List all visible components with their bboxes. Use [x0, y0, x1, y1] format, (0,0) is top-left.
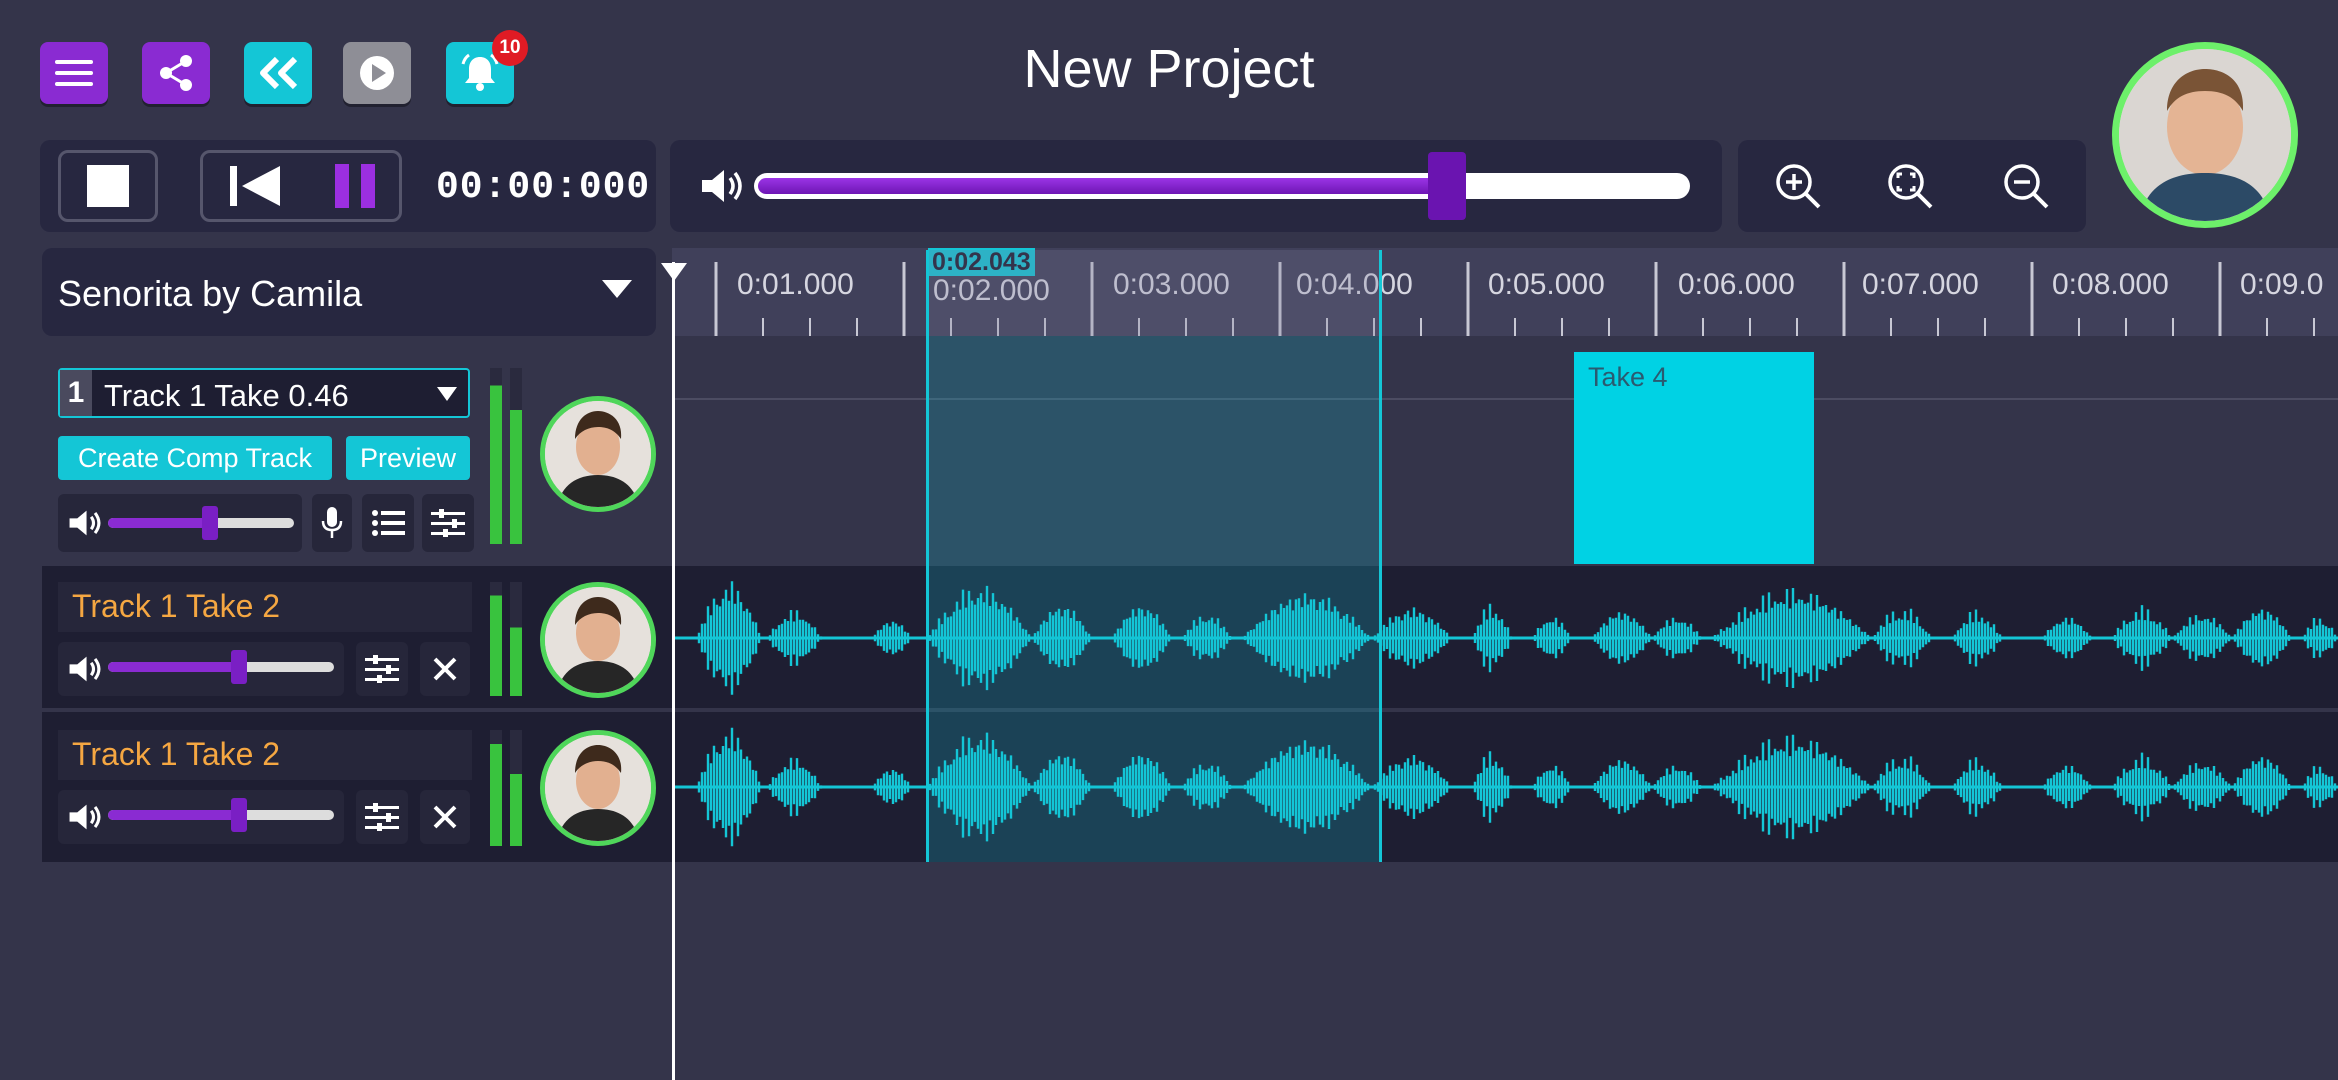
track-number: 1	[60, 370, 92, 416]
selection-region[interactable]	[926, 336, 1382, 862]
ruler-label: 0:05.000	[1488, 268, 1605, 301]
track-3-settings-button[interactable]	[356, 790, 408, 844]
track-3-name: Track 1 Take 2	[72, 736, 281, 772]
track-volume-knob[interactable]	[202, 506, 219, 540]
track-3-delete-button[interactable]	[420, 790, 470, 844]
avatar-photo	[545, 401, 651, 507]
track-1-volume-slider[interactable]	[108, 506, 294, 540]
skip-back-icon	[230, 166, 280, 206]
take-4-clip[interactable]: Take 4	[1574, 352, 1814, 564]
master-volume-knob[interactable]	[1427, 152, 1466, 220]
close-icon	[433, 657, 457, 681]
zoom-fit-button[interactable]	[1882, 158, 1938, 214]
ruler-label: 0:09.0	[2240, 268, 2324, 301]
level-meter-left	[490, 368, 502, 544]
track-3-waveform[interactable]	[672, 712, 2338, 862]
takes-list-button[interactable]	[362, 494, 414, 552]
create-comp-track-button[interactable]: Create Comp Track	[58, 436, 332, 480]
user-avatar[interactable]	[2112, 42, 2298, 228]
record-button[interactable]	[312, 494, 352, 552]
take-name: Track 1 Take 0.46	[104, 378, 349, 413]
project-title: New Project	[1023, 39, 1315, 99]
level-meter-right	[510, 582, 522, 696]
ruler-label: 0:07.000	[1862, 268, 1979, 301]
take-selector[interactable]: 1 Track 1 Take 0.46	[58, 368, 470, 418]
track-1-avatar[interactable]	[540, 396, 656, 512]
sliders-icon	[431, 509, 465, 537]
track-volume-knob[interactable]	[231, 798, 248, 832]
chevron-down-icon	[602, 280, 632, 298]
playhead-marker-icon	[661, 263, 687, 281]
zoom-in-icon	[1776, 164, 1821, 209]
master-volume-slider[interactable]	[754, 152, 1690, 220]
list-icon	[372, 510, 405, 536]
clip-label: Take 4	[1588, 362, 1668, 392]
level-meter-right	[510, 730, 522, 846]
track-1-settings-button[interactable]	[422, 494, 474, 552]
selection-ruler-band	[926, 250, 1382, 336]
close-icon	[433, 805, 457, 829]
volume-button[interactable]	[696, 164, 748, 208]
track-1-lane	[672, 336, 2338, 566]
zoom-out-button[interactable]	[1998, 158, 2054, 214]
time-display: 00:00:000	[436, 166, 651, 209]
track-volume-knob[interactable]	[231, 650, 248, 684]
speaker-icon	[702, 170, 742, 202]
ruler-label: 0:08.000	[2052, 268, 2169, 301]
avatar-photo	[2119, 49, 2291, 221]
zoom-out-icon	[2004, 164, 2049, 209]
track-2-name: Track 1 Take 2	[72, 588, 281, 624]
speaker-icon	[69, 510, 101, 536]
pause-button[interactable]	[322, 158, 388, 214]
avatar-photo	[545, 587, 651, 693]
track-3-avatar[interactable]	[540, 730, 656, 846]
preview-button[interactable]: Preview	[346, 436, 470, 480]
sliders-icon	[365, 655, 399, 683]
track-2-avatar[interactable]	[540, 582, 656, 698]
speaker-icon	[69, 804, 101, 830]
track-2-waveform[interactable]	[672, 566, 2338, 710]
pause-icon	[335, 164, 375, 208]
level-meter-left	[490, 582, 502, 696]
level-meter-left	[490, 730, 502, 846]
zoom-in-button[interactable]	[1770, 158, 1826, 214]
stop-icon	[87, 165, 129, 207]
song-name: Senorita by Camila	[58, 273, 363, 314]
ruler-label: 0:01.000	[737, 268, 854, 301]
skip-back-button[interactable]	[222, 158, 288, 214]
speaker-icon	[69, 656, 101, 682]
track-2-delete-button[interactable]	[420, 642, 470, 696]
track-2-volume-slider[interactable]	[108, 650, 334, 684]
track-2-settings-button[interactable]	[356, 642, 408, 696]
ruler-label: 0:06.000	[1678, 268, 1795, 301]
sliders-icon	[365, 803, 399, 831]
playhead[interactable]	[672, 262, 675, 1080]
song-selector[interactable]: Senorita by Camila	[42, 248, 656, 336]
avatar-photo	[545, 735, 651, 841]
stop-button[interactable]	[58, 150, 158, 222]
track-3-volume-slider[interactable]	[108, 798, 334, 832]
zoom-fit-icon	[1888, 164, 1933, 209]
chevron-down-icon	[437, 387, 457, 401]
microphone-icon	[321, 507, 343, 538]
level-meter-right	[510, 368, 522, 544]
